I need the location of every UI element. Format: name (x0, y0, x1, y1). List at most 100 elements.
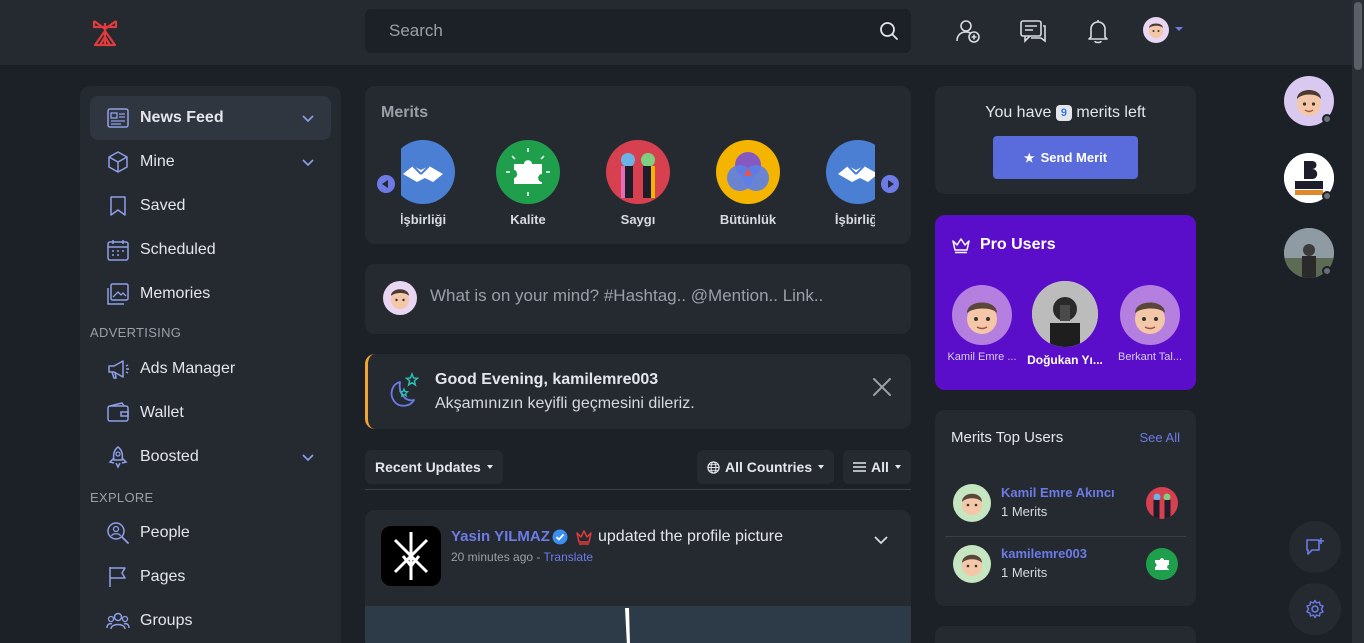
recent-updates-dropdown[interactable]: Recent Updates (365, 450, 503, 484)
status-indicator (1322, 191, 1332, 201)
sidebar-item-label: People (140, 524, 190, 541)
messages-icon[interactable] (1019, 17, 1047, 45)
flag-icon (109, 567, 126, 587)
post-image[interactable] (365, 606, 911, 643)
merits-title: Merits (381, 104, 429, 121)
globe-icon (707, 460, 720, 474)
gear-icon (1306, 599, 1324, 619)
sidebar-item-groups[interactable]: Groups (90, 599, 331, 643)
top-users-title: Merits Top Users (951, 429, 1064, 446)
merit-item[interactable]: İşbirliği (401, 140, 468, 227)
composer-placeholder[interactable]: What is on your mind? #Hashtag.. @Mentio… (430, 286, 823, 306)
megaphone-icon (108, 360, 129, 379)
new-message-button[interactable] (1289, 521, 1341, 573)
all-dropdown[interactable]: All (843, 450, 911, 484)
notifications-icon[interactable] (1084, 17, 1112, 45)
sidebar-item-label: Wallet (140, 404, 184, 421)
post-composer[interactable]: What is on your mind? #Hashtag.. @Mentio… (365, 264, 911, 334)
scrollbar[interactable] (1352, 0, 1364, 643)
sidebar-item-saved[interactable]: Saved (90, 184, 331, 228)
online-user[interactable] (1284, 228, 1334, 278)
avatar (1120, 285, 1180, 345)
online-user[interactable] (1284, 153, 1334, 203)
chevron-down-icon[interactable] (301, 111, 315, 125)
pro-user-name: Doğukan Yı... (1027, 353, 1103, 367)
pro-user-name: Berkant Tal... (1118, 351, 1182, 363)
divider (365, 489, 911, 490)
sidebar-item-news-feed[interactable]: News Feed (90, 96, 331, 140)
sidebar-item-wallet[interactable]: Wallet (90, 391, 331, 435)
countries-dropdown[interactable]: All Countries (697, 450, 835, 484)
merit-item[interactable]: Saygı (593, 140, 683, 227)
search-icon[interactable] (879, 21, 899, 41)
top-user-row[interactable]: Kamil Emre Akıncı 1 Merits (945, 474, 1186, 534)
send-merit-button[interactable]: ★ Send Merit (993, 136, 1138, 179)
respect-icon (606, 140, 670, 204)
merit-label: İşbirliği (834, 212, 875, 227)
chevron-down-icon[interactable] (301, 450, 315, 464)
merit-label: İşbirliği (401, 212, 447, 227)
merit-label: Kalite (510, 212, 546, 227)
dropdown-label: Recent Updates (375, 459, 481, 475)
chevron-down-icon[interactable] (301, 155, 315, 169)
merit-item[interactable]: İşbirliği (813, 140, 875, 227)
post-author[interactable]: Yasin YILMAZ (451, 528, 550, 545)
search-input[interactable] (365, 9, 855, 53)
chevron-down-icon[interactable] (1175, 27, 1183, 31)
merits-card: Merits İşbirliği Kalite Saygı Bütünlük İ… (365, 86, 911, 244)
pro-user[interactable]: Doğukan Yı... (1025, 281, 1105, 367)
dropdown-label: All Countries (725, 459, 813, 475)
top-user-name[interactable]: kamilemre003 (1001, 546, 1087, 561)
respect-icon (1146, 487, 1178, 519)
post-action: updated the profile picture (598, 528, 784, 545)
logo-icon[interactable] (91, 17, 119, 47)
puzzle-icon (496, 140, 560, 204)
top-user-row[interactable]: kamilemre003 1 Merits (945, 535, 1186, 595)
carousel-prev-button[interactable] (377, 175, 395, 193)
wallet-icon (107, 402, 129, 422)
avatar (953, 484, 991, 522)
sidebar-item-boosted[interactable]: Boosted (90, 435, 331, 479)
crown-icon (952, 238, 970, 254)
post-card: Yasin YILMAZ updated the profile picture… (365, 510, 911, 643)
online-user[interactable] (1284, 76, 1334, 126)
sidebar-item-label: Memories (140, 285, 211, 302)
sidebar-item-memories[interactable]: Memories (90, 272, 331, 316)
avatar (953, 545, 991, 583)
news-feed-icon (107, 108, 129, 128)
sidebar-item-mine[interactable]: Mine (90, 140, 331, 184)
avatar (383, 281, 417, 315)
sidebar-item-scheduled[interactable]: Scheduled (90, 228, 331, 272)
greeting-subtitle: Akşamınızın keyifli geçmesini dileriz. (435, 395, 695, 412)
box-icon (108, 151, 128, 173)
avatar[interactable] (1143, 17, 1169, 43)
dropdown-label: All (871, 459, 889, 475)
merits-top-users-card: Merits Top Users See All Kamil Emre Akın… (935, 410, 1196, 606)
sidebar-item-ads-manager[interactable]: Ads Manager (90, 347, 331, 391)
chevron-down-icon[interactable] (873, 532, 889, 548)
sidebar-item-pages[interactable]: Pages (90, 555, 331, 599)
handshake-icon (826, 140, 875, 204)
merit-item[interactable]: Kalite (483, 140, 573, 227)
see-all-link[interactable]: See All (1140, 430, 1180, 445)
merits-left-text: You have 9 merits left (935, 104, 1196, 122)
top-bar (0, 0, 1352, 66)
add-friend-icon[interactable] (954, 17, 982, 45)
close-icon[interactable] (871, 376, 893, 398)
settings-button[interactable] (1289, 583, 1341, 635)
top-user-name[interactable]: Kamil Emre Akıncı (1001, 485, 1115, 500)
translate-link[interactable]: Translate (544, 550, 594, 564)
greeting-title: Good Evening, kamilemre003 (435, 371, 659, 388)
merit-label: Bütünlük (719, 212, 777, 227)
carousel-next-button[interactable] (881, 175, 899, 193)
merit-label: Saygı (620, 212, 656, 227)
scrollbar-thumb[interactable] (1354, 2, 1362, 70)
avatar (1032, 281, 1098, 347)
pro-user[interactable]: Kamil Emre ... (942, 285, 1022, 363)
sidebar-item-people[interactable]: People (90, 511, 331, 555)
merit-item[interactable]: Bütünlük (703, 140, 793, 227)
avatar[interactable] (381, 526, 441, 586)
merits-count-badge: 9 (1055, 105, 1072, 121)
pro-user[interactable]: Berkant Tal... (1110, 285, 1190, 363)
merits-suffix: merits left (1076, 104, 1146, 121)
